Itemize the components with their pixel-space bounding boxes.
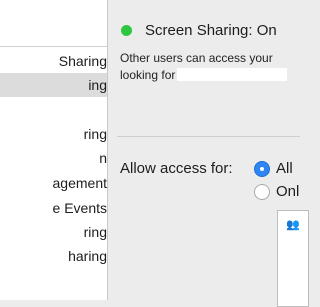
description-line-2: looking for <box>120 67 288 84</box>
sidebar-item-remote-management[interactable]: agement <box>0 171 107 195</box>
service-list: Sharing ing ring n agement e Events ring… <box>0 0 108 300</box>
sidebar-item-remote-apple-events[interactable]: e Events <box>0 196 107 220</box>
description-line-1: Other users can access your <box>120 51 273 65</box>
sidebar-item-printer-sharing[interactable]: ring <box>0 122 107 146</box>
allow-access-label: Allow access for: <box>120 160 233 177</box>
status-title: Screen Sharing: On <box>145 22 277 39</box>
sharing-description: Other users can access your looking for <box>120 50 288 84</box>
radio-all-users-label[interactable]: All <box>276 160 293 177</box>
radio-only-these-users-label[interactable]: Onl <box>276 183 299 200</box>
sidebar-item-remote-login[interactable]: n <box>0 146 107 170</box>
section-divider <box>117 136 300 137</box>
sidebar-item-screen-sharing[interactable]: Sharing <box>0 49 107 73</box>
sidebar-item-file-sharing[interactable]: ing <box>0 73 107 97</box>
sidebar-item-bluetooth-sharing[interactable]: haring <box>0 244 107 268</box>
sidebar-item-internet-sharing[interactable]: ring <box>0 220 107 244</box>
sidebar-divider <box>0 46 107 47</box>
redacted-address <box>177 68 288 81</box>
radio-only-these-users[interactable] <box>254 184 270 200</box>
users-list[interactable]: 👥 <box>277 210 309 307</box>
status-indicator-dot <box>121 25 132 36</box>
users-icon: 👥 <box>286 219 300 231</box>
radio-all-users[interactable] <box>254 161 270 177</box>
